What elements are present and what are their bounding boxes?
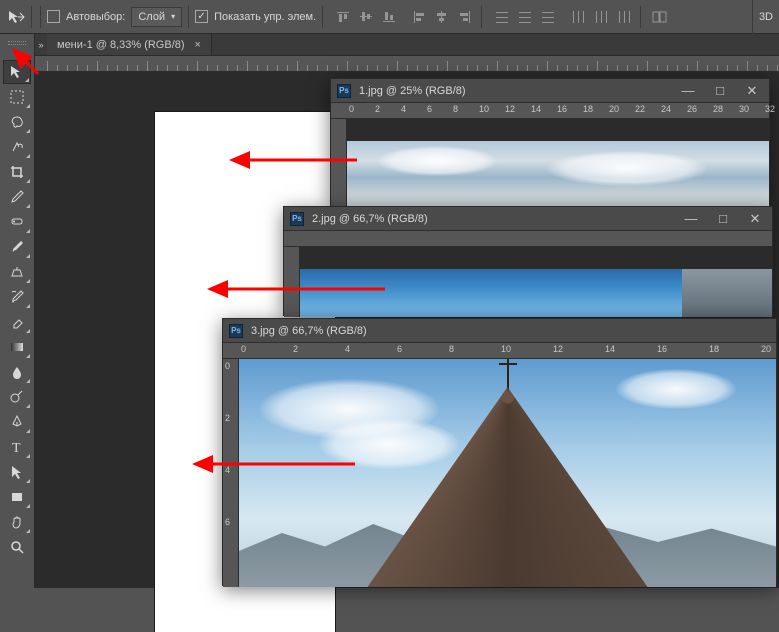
ps-icon: Ps xyxy=(229,324,243,338)
pen-tool[interactable] xyxy=(3,410,31,434)
align-top-icon[interactable] xyxy=(333,7,353,27)
align-group-2 xyxy=(409,7,475,27)
autoselect-checkbox[interactable] xyxy=(47,10,60,23)
tabstrip-expand-icon[interactable]: » xyxy=(35,34,47,55)
maximize-icon[interactable]: □ xyxy=(709,83,731,99)
document-window-2[interactable]: Ps 2.jpg @ 66,7% (RGB/8) — □ ✕ xyxy=(283,206,773,316)
separator xyxy=(481,6,482,28)
auto-align-group xyxy=(651,7,671,27)
align-bottom-icon[interactable] xyxy=(379,7,399,27)
eyedropper-tool[interactable] xyxy=(3,185,31,209)
auto-align-icon[interactable] xyxy=(651,7,671,27)
ps-icon: Ps xyxy=(290,212,304,226)
layer-dropdown-value: Слой xyxy=(138,11,165,23)
window-vruler: 0246 xyxy=(223,359,239,587)
panel-expand-icon[interactable]: » xyxy=(0,48,34,60)
image-content[interactable] xyxy=(300,269,682,317)
distribute-hcenter-icon[interactable] xyxy=(591,7,611,27)
distribute-left-icon[interactable] xyxy=(568,7,588,27)
svg-text:T: T xyxy=(12,441,21,455)
autoselect-label: Автовыбор: xyxy=(66,11,125,23)
distribute-group-2 xyxy=(568,7,634,27)
separator xyxy=(640,6,641,28)
window-titlebar[interactable]: Ps 1.jpg @ 25% (RGB/8) — □ ✕ xyxy=(331,79,769,103)
window-title: 1.jpg @ 25% (RGB/8) xyxy=(359,85,669,97)
align-group-1 xyxy=(333,7,399,27)
align-left-icon[interactable] xyxy=(409,7,429,27)
window-titlebar[interactable]: Ps 2.jpg @ 66,7% (RGB/8) — □ ✕ xyxy=(284,207,772,231)
image-content[interactable] xyxy=(347,141,769,207)
lasso-tool[interactable] xyxy=(3,110,31,134)
separator xyxy=(40,6,41,28)
type-tool[interactable]: T xyxy=(3,435,31,459)
window-body xyxy=(331,119,769,207)
path-select-tool[interactable] xyxy=(3,460,31,484)
window-ruler: 02468101214161820 xyxy=(223,343,776,359)
rectangle-tool[interactable] xyxy=(3,485,31,509)
distribute-vcenter-icon[interactable] xyxy=(515,7,535,27)
document-window-1[interactable]: Ps 1.jpg @ 25% (RGB/8) — □ ✕ 02468101214… xyxy=(330,78,770,206)
window-body xyxy=(284,247,772,317)
window-vruler xyxy=(331,119,347,207)
crop-tool[interactable] xyxy=(3,160,31,184)
move-icon xyxy=(7,9,25,25)
mode-indicator[interactable]: 3D xyxy=(752,0,779,34)
horizontal-ruler xyxy=(35,56,779,72)
show-controls-checkbox[interactable] xyxy=(195,10,208,23)
document-tabstrip: » мени-1 @ 8,33% (RGB/8) × xyxy=(35,34,779,56)
window-ruler: 02468101214161820222426283032 xyxy=(331,103,769,119)
minimize-icon[interactable]: — xyxy=(680,211,702,227)
options-bar: Автовыбор: Слой ▾ Показать упр. элем. 3D xyxy=(0,0,779,34)
show-controls-label: Показать упр. элем. xyxy=(214,11,316,23)
move-tool[interactable] xyxy=(3,60,31,84)
window-body: 0246 xyxy=(223,359,776,587)
zoom-tool[interactable] xyxy=(3,535,31,559)
ps-icon: Ps xyxy=(337,84,351,98)
window-title: 3.jpg @ 66,7% (RGB/8) xyxy=(251,325,770,337)
quick-select-tool[interactable] xyxy=(3,135,31,159)
align-right-icon[interactable] xyxy=(455,7,475,27)
image-content-mountain xyxy=(682,269,772,317)
close-icon[interactable]: ✕ xyxy=(741,83,763,99)
window-title: 2.jpg @ 66,7% (RGB/8) xyxy=(312,213,672,225)
layer-dropdown[interactable]: Слой ▾ xyxy=(131,7,182,27)
close-icon[interactable]: ✕ xyxy=(744,211,766,227)
eraser-tool[interactable] xyxy=(3,310,31,334)
maximize-icon[interactable]: □ xyxy=(712,211,734,227)
dodge-tool[interactable] xyxy=(3,385,31,409)
align-vcenter-icon[interactable] xyxy=(356,7,376,27)
document-tab-title: мени-1 @ 8,33% (RGB/8) xyxy=(57,39,185,51)
chevron-down-icon: ▾ xyxy=(171,12,175,21)
marquee-tool[interactable] xyxy=(3,85,31,109)
healing-brush-tool[interactable] xyxy=(3,210,31,234)
window-titlebar[interactable]: Ps 3.jpg @ 66,7% (RGB/8) xyxy=(223,319,776,343)
clone-stamp-tool[interactable] xyxy=(3,260,31,284)
panel-grip[interactable] xyxy=(0,38,34,48)
separator xyxy=(188,6,189,28)
hand-tool[interactable] xyxy=(3,510,31,534)
brush-tool[interactable] xyxy=(3,235,31,259)
close-icon[interactable]: × xyxy=(195,39,201,51)
window-ruler xyxy=(284,231,772,247)
distribute-bottom-icon[interactable] xyxy=(538,7,558,27)
gradient-tool[interactable] xyxy=(3,335,31,359)
image-content[interactable] xyxy=(239,359,776,587)
distribute-group-1 xyxy=(492,7,558,27)
separator xyxy=(322,6,323,28)
blur-tool[interactable] xyxy=(3,360,31,384)
document-tab[interactable]: мени-1 @ 8,33% (RGB/8) × xyxy=(47,34,212,55)
distribute-right-icon[interactable] xyxy=(614,7,634,27)
tools-panel: » T xyxy=(0,34,35,588)
active-tool-indicator xyxy=(6,6,32,28)
distribute-top-icon[interactable] xyxy=(492,7,512,27)
history-brush-tool[interactable] xyxy=(3,285,31,309)
document-window-3[interactable]: Ps 3.jpg @ 66,7% (RGB/8) 024681012141618… xyxy=(222,318,777,586)
minimize-icon[interactable]: — xyxy=(677,83,699,99)
align-hcenter-icon[interactable] xyxy=(432,7,452,27)
window-vruler xyxy=(284,247,300,317)
